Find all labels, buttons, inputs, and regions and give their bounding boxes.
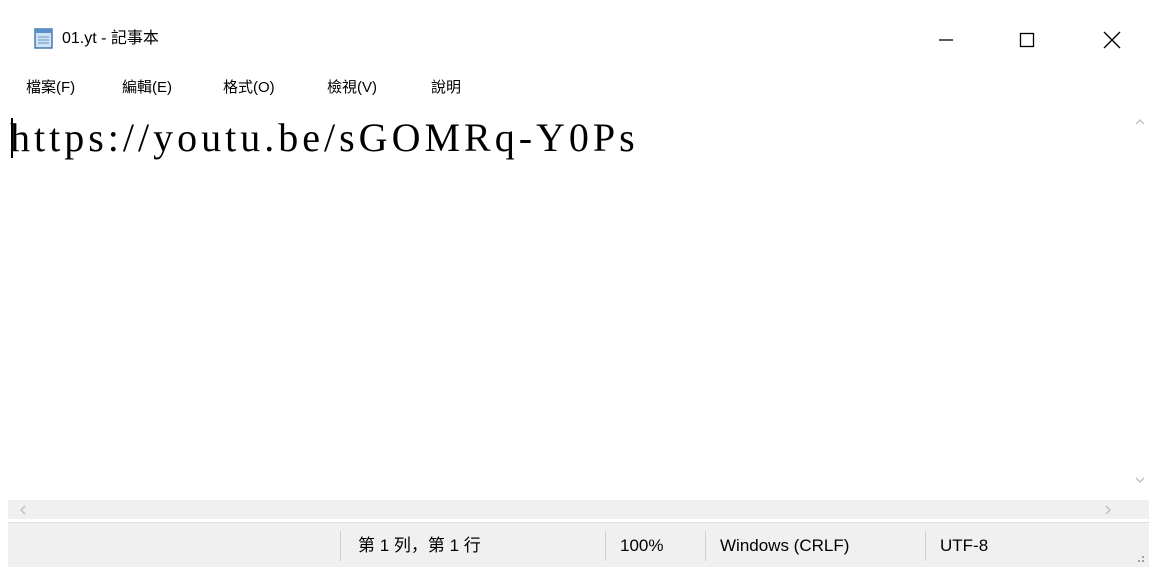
chevron-left-icon: [20, 505, 26, 514]
resize-grip-icon[interactable]: [1133, 551, 1145, 563]
status-bar: 第 1 列，第 1 行 100% Windows (CRLF) UTF-8: [8, 522, 1149, 567]
editor-content[interactable]: https://youtu.be/sGOMRq-Y0Ps: [10, 116, 639, 160]
notepad-icon: [34, 28, 53, 49]
menu-file[interactable]: 檔案(F): [26, 78, 75, 98]
scroll-right-button[interactable]: [1097, 500, 1119, 519]
status-divider: [925, 531, 926, 561]
close-icon: [1103, 31, 1121, 49]
chevron-down-icon: [1135, 477, 1144, 483]
status-divider: [605, 531, 606, 561]
status-divider: [705, 531, 706, 561]
window-title: 01.yt - 記事本: [62, 30, 159, 47]
status-divider: [340, 531, 341, 561]
minimize-button[interactable]: [918, 18, 974, 62]
menu-edit[interactable]: 編輯(E): [122, 78, 172, 98]
horizontal-scrollbar[interactable]: [8, 500, 1149, 519]
menu-bar: 檔案(F) 編輯(E) 格式(O) 檢視(V) 說明: [0, 72, 1149, 104]
minimize-icon: [939, 39, 953, 41]
scroll-up-button[interactable]: [1130, 112, 1149, 132]
chevron-up-icon: [1135, 119, 1144, 125]
notepad-window: 01.yt - 記事本 檔案(F) 編輯(E) 格式(O) 檢視(V) 說明 h…: [0, 0, 1149, 567]
status-zoom: 100%: [620, 536, 664, 555]
status-cursor-position: 第 1 列，第 1 行: [358, 536, 481, 555]
vertical-scrollbar[interactable]: [1130, 104, 1149, 500]
title-bar[interactable]: 01.yt - 記事本: [0, 8, 1149, 68]
menu-view[interactable]: 檢視(V): [327, 78, 377, 98]
scroll-left-button[interactable]: [12, 500, 34, 519]
chevron-right-icon: [1105, 505, 1111, 514]
status-line-ending: Windows (CRLF): [720, 536, 850, 555]
scroll-down-button[interactable]: [1130, 470, 1149, 490]
close-button[interactable]: [1084, 18, 1140, 62]
menu-format[interactable]: 格式(O): [223, 78, 275, 98]
text-editor[interactable]: https://youtu.be/sGOMRq-Y0Ps: [8, 104, 1130, 500]
status-encoding: UTF-8: [940, 536, 989, 555]
menu-help[interactable]: 說明: [431, 78, 461, 98]
maximize-icon: [1019, 32, 1035, 48]
maximize-button[interactable]: [999, 18, 1055, 62]
